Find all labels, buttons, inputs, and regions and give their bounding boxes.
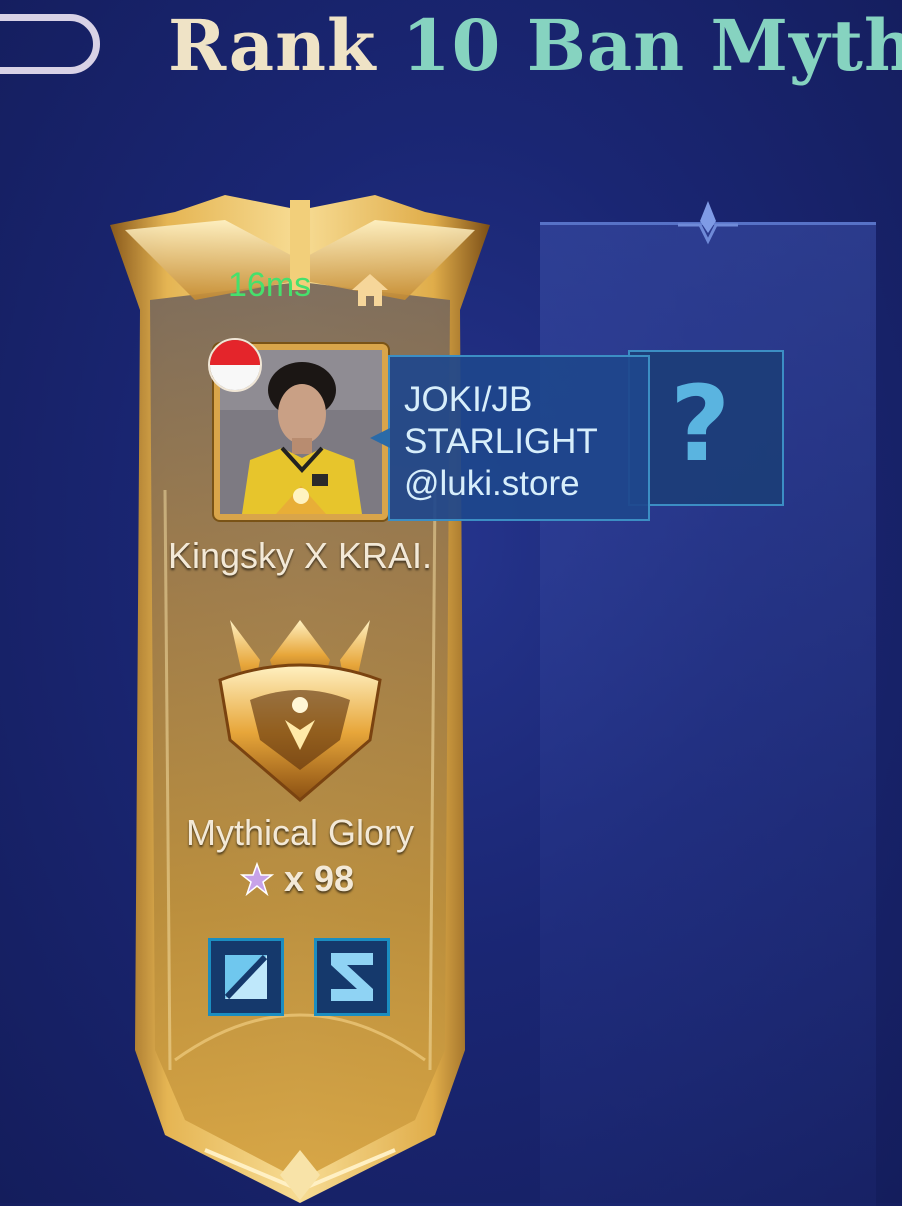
spell-slot-1[interactable] (208, 938, 284, 1016)
title-rank-word: Rank (168, 4, 377, 87)
player-tooltip: JOKI/JB STARLIGHT @luki.store (388, 355, 650, 521)
spell-icon-2 (331, 953, 373, 1001)
page-title: Rank 10 Ban Mythi (168, 6, 902, 86)
star-icon (240, 862, 274, 896)
rank-stars: x 98 (240, 858, 354, 900)
star-count: x 98 (284, 858, 355, 899)
question-icon: ? (670, 363, 731, 485)
home-icon (352, 274, 388, 306)
tooltip-line-2: STARLIGHT (404, 422, 598, 461)
rank-name: Mythical Glory (185, 812, 415, 853)
spell-slot-2[interactable] (314, 938, 390, 1016)
hidden-hero-slot[interactable]: ? (628, 350, 784, 506)
tooltip-line-1: JOKI/JB (404, 380, 533, 419)
tooltip-arrow (370, 428, 390, 448)
mythical-glory-emblem-icon (218, 620, 382, 802)
player-name: Kingsky X KRAI. (167, 535, 433, 576)
back-button[interactable] (0, 14, 100, 74)
slot-crest-icon (678, 201, 738, 245)
title-ban-mode: 10 Ban Mythi (401, 4, 902, 87)
tooltip-line-3: @luki.store (404, 464, 580, 503)
indonesia-flag-icon (208, 338, 262, 392)
spell-icon-1 (224, 954, 268, 1000)
ping-indicator: 16ms (228, 266, 312, 304)
